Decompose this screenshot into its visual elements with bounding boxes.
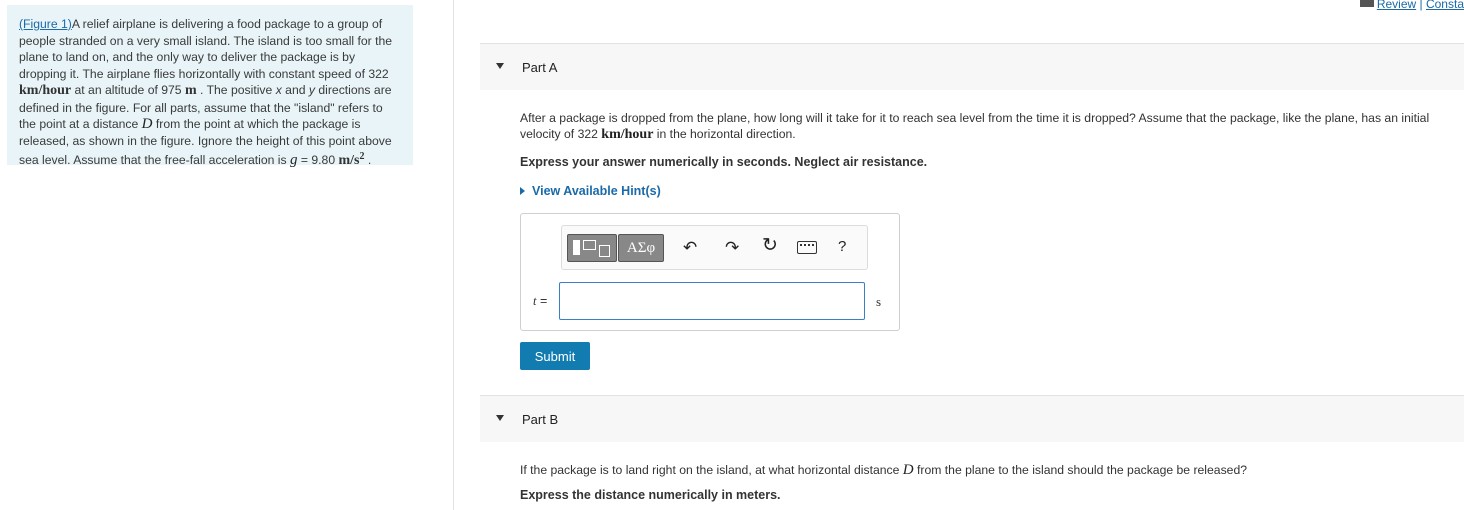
reset-icon[interactable]: ↻: [762, 236, 778, 256]
figure-link[interactable]: (Figure 1): [19, 17, 72, 31]
time-answer-input[interactable]: [559, 282, 865, 320]
altitude-unit: m: [184, 83, 197, 98]
panel-divider: [453, 0, 454, 510]
part-b-header[interactable]: Part B: [480, 395, 1464, 442]
template-block-icon: [573, 240, 580, 255]
undo-icon[interactable]: ↶: [683, 238, 697, 258]
speed-unit: km/hour: [601, 127, 654, 142]
redo-icon[interactable]: ↷: [725, 238, 739, 258]
problem-text: .: [364, 153, 372, 168]
part-b-label: Part B: [522, 412, 559, 427]
problem-text: = 9.80: [297, 153, 339, 168]
top-links: Review | Consta: [1359, 0, 1464, 11]
d-variable: D: [141, 116, 153, 132]
review-link[interactable]: Review: [1377, 0, 1416, 11]
part-b-question: If the package is to land right on the i…: [520, 462, 1460, 478]
link-separator: |: [1416, 0, 1426, 11]
part-a-question: After a package is dropped from the plan…: [520, 110, 1460, 143]
acceleration-unit: m/s: [338, 153, 360, 169]
question-text: from the plane to the island should the …: [913, 463, 1247, 477]
help-icon[interactable]: ?: [838, 237, 846, 257]
expand-triangle-icon: [520, 187, 525, 195]
keyboard-icon[interactable]: [797, 241, 817, 254]
greek-symbols-button[interactable]: ΑΣφ: [618, 234, 664, 262]
problem-text: A relief airplane is delivering a food p…: [19, 17, 393, 81]
hint-label: View Available Hint(s): [532, 184, 661, 198]
problem-statement-panel: (Figure 1)A relief airplane is deliverin…: [7, 5, 413, 169]
template-box-icon: [599, 245, 610, 257]
speed-unit: km/hour: [19, 83, 72, 98]
problem-text: at an altitude of 975: [71, 83, 185, 97]
part-a-header[interactable]: Part A: [480, 43, 1464, 90]
question-text: in the horizontal direction.: [653, 127, 796, 141]
submit-button[interactable]: Submit: [520, 342, 590, 370]
answer-variable-label: t =: [533, 294, 547, 309]
answer-box: ΑΣφ ↶ ↷ ↻ ? t = s: [520, 213, 900, 331]
templates-button[interactable]: [567, 234, 617, 262]
constants-link[interactable]: Consta: [1426, 0, 1464, 11]
problem-text: and: [281, 83, 309, 97]
math-toolbar: ΑΣφ ↶ ↷ ↻ ?: [561, 225, 868, 270]
question-text: If the package is to land right on the i…: [520, 463, 903, 477]
collapse-triangle-icon[interactable]: [496, 63, 504, 69]
template-sqrt-icon: [583, 240, 596, 250]
seconds-unit-label: s: [876, 294, 882, 309]
part-a-label: Part A: [522, 60, 558, 75]
view-hints-link[interactable]: View Available Hint(s): [520, 184, 661, 198]
equals-sign: =: [536, 294, 548, 308]
part-b-instruction: Express the distance numerically in mete…: [520, 488, 781, 502]
d-variable: D: [902, 462, 914, 478]
part-a-instruction: Express your answer numerically in secon…: [520, 155, 928, 169]
collapse-triangle-icon[interactable]: [496, 415, 504, 421]
book-icon: [1359, 0, 1374, 7]
problem-text: . The positive: [196, 83, 276, 97]
